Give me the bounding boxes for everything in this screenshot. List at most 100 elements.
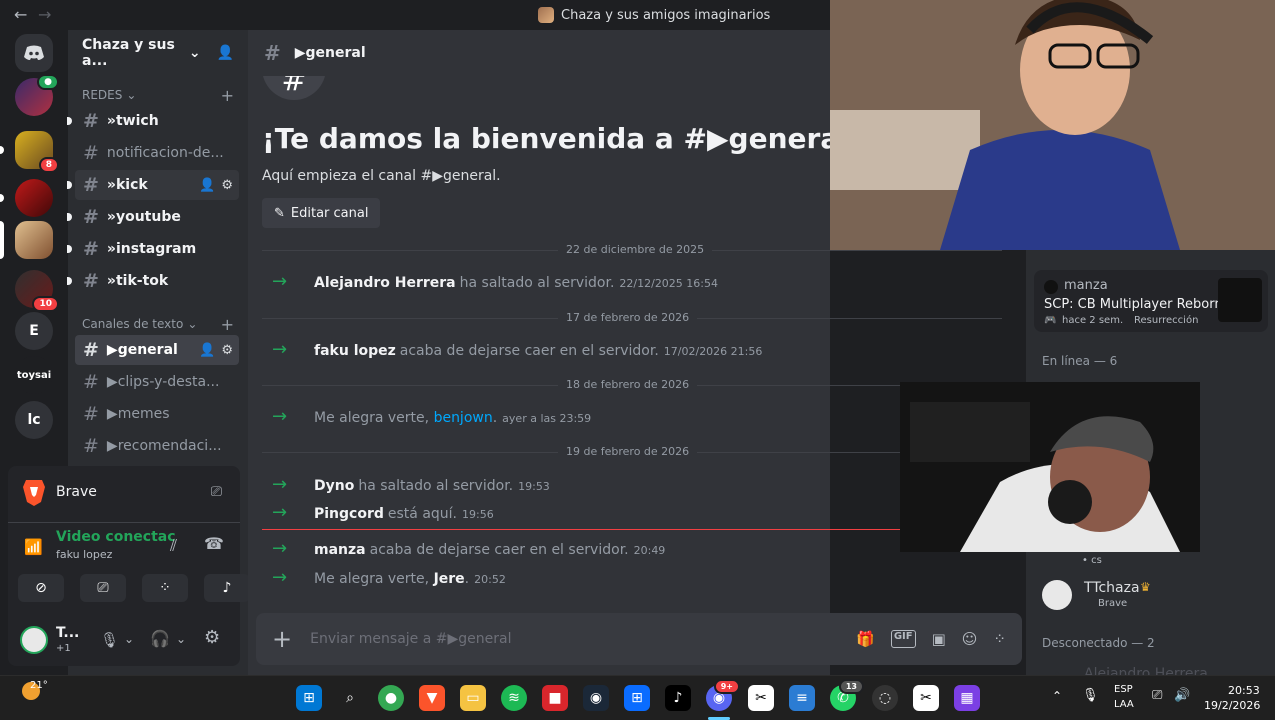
capcut-icon[interactable]: ✂ bbox=[748, 685, 774, 711]
window-title: Chaza y sus amigos imaginarios bbox=[538, 7, 770, 23]
chevron-up-icon[interactable]: ⌃ bbox=[1052, 689, 1062, 703]
spotify-icon[interactable]: ≋ bbox=[501, 685, 527, 711]
category-canales-de-texto[interactable]: Canales de texto ⌄ + bbox=[82, 315, 234, 334]
add-channel-icon[interactable]: + bbox=[221, 315, 234, 334]
channel-twich[interactable]: # »twich bbox=[67, 106, 239, 136]
steam-icon[interactable]: ◉ bbox=[583, 685, 609, 711]
voice-panel: Brave ⎚ 📶 Video conectac faku lopez ⫽ ☎ … bbox=[8, 466, 250, 666]
apps-icon[interactable]: ⁘ bbox=[993, 630, 1006, 648]
volume-icon[interactable]: 🔊 bbox=[1174, 688, 1190, 703]
disconnect-icon[interactable]: ☎ bbox=[204, 534, 224, 553]
server-icon-2[interactable]: 8 bbox=[15, 131, 59, 173]
category-redes[interactable]: REDES ⌄ + bbox=[82, 86, 234, 105]
gear-icon[interactable]: ⚙ bbox=[221, 343, 233, 358]
activity-card[interactable]: manza SCP: CB Multiplayer Reborn 🎮 hace … bbox=[1034, 270, 1268, 332]
voice-status[interactable]: Video conectac bbox=[56, 529, 176, 545]
member-status: Brave bbox=[1098, 598, 1128, 609]
store-icon[interactable]: ⊞ bbox=[624, 685, 650, 711]
server-icon bbox=[538, 7, 554, 23]
invite-icon[interactable]: 👤 bbox=[199, 343, 215, 358]
channel-recomendaciones[interactable]: # ▶recomendaci... bbox=[75, 431, 239, 461]
clock-time[interactable]: 20:53 bbox=[1228, 684, 1260, 697]
avatar[interactable] bbox=[20, 626, 48, 654]
avatar[interactable] bbox=[1042, 580, 1072, 610]
invite-icon[interactable]: 👤 bbox=[217, 45, 234, 61]
chrome-icon[interactable]: ● bbox=[378, 685, 404, 711]
emoji-icon[interactable]: ☺ bbox=[962, 630, 978, 648]
docs-icon[interactable]: ≡ bbox=[789, 685, 815, 711]
windows-start-icon[interactable]: ⊞ bbox=[296, 685, 322, 711]
channel-memes[interactable]: # ▶memes bbox=[75, 399, 239, 429]
app-icon[interactable]: ■ bbox=[542, 685, 568, 711]
message-input[interactable]: + Enviar mensaje a #▶general 🎁 GIF ▣ ☺ ⁘ bbox=[256, 613, 1022, 665]
clock-date[interactable]: 19/2/2026 bbox=[1204, 699, 1260, 712]
my-username[interactable]: T... bbox=[56, 625, 79, 641]
brave-taskbar-icon[interactable]: ▼ bbox=[419, 685, 445, 711]
join-arrow-icon: → bbox=[272, 474, 288, 495]
add-channel-icon[interactable]: + bbox=[221, 86, 234, 105]
screen-share-icon[interactable]: ⎚ bbox=[80, 574, 126, 602]
microphone-icon[interactable]: 🎙 bbox=[100, 631, 119, 649]
date-separator: 18 de febrero de 2026 bbox=[262, 378, 1002, 391]
hash-icon: # bbox=[83, 270, 99, 292]
forward-icon[interactable]: → bbox=[38, 5, 51, 24]
system-message: → Alejandro Herrera ha saltado al servidor… bbox=[272, 271, 719, 292]
chevron-down-icon[interactable]: ⌄ bbox=[124, 632, 134, 646]
tiktok-icon[interactable]: ♪ bbox=[665, 685, 691, 711]
chevron-down-icon[interactable]: ⌄ bbox=[176, 632, 186, 646]
capcut-icon[interactable]: ✂ bbox=[913, 685, 939, 711]
hash-icon: # bbox=[264, 41, 281, 65]
calendar-icon[interactable]: ▦ bbox=[954, 685, 980, 711]
network-icon[interactable]: ⎚ bbox=[1152, 688, 1162, 703]
gift-icon[interactable]: 🎁 bbox=[856, 630, 875, 648]
language[interactable]: ESP bbox=[1114, 684, 1133, 695]
member-name[interactable]: TTchaza bbox=[1084, 580, 1140, 596]
channel-notificacion[interactable]: # notificacion-de... bbox=[75, 138, 239, 168]
discord-home-icon[interactable] bbox=[15, 34, 53, 72]
server-icon-active[interactable] bbox=[15, 221, 53, 259]
sticker-icon[interactable]: ▣ bbox=[932, 630, 946, 648]
soundboard-icon[interactable]: ♪ bbox=[204, 574, 250, 602]
server-icon-1[interactable]: ● bbox=[15, 74, 59, 116]
channel-youtube[interactable]: # »youtube bbox=[67, 202, 239, 232]
server-icon-lc[interactable]: lc bbox=[15, 401, 53, 439]
join-arrow-icon: → bbox=[272, 339, 288, 360]
attach-plus-icon[interactable]: + bbox=[272, 625, 292, 653]
whatsapp-icon[interactable]: ✆ 13 bbox=[830, 679, 864, 711]
activities-icon[interactable]: ⁘ bbox=[142, 574, 188, 602]
hash-icon: # bbox=[83, 339, 99, 361]
channel-kick[interactable]: # »kick 👤 ⚙ bbox=[67, 170, 239, 200]
invite-icon[interactable]: 👤 bbox=[199, 178, 215, 193]
edit-channel-button[interactable]: ✎ Editar canal bbox=[262, 198, 381, 228]
noise-suppression-icon[interactable]: ⫽ bbox=[170, 536, 177, 556]
server-icon-e[interactable]: E bbox=[15, 312, 53, 350]
server-icon-5[interactable]: 10 bbox=[15, 270, 59, 312]
server-unread-pill bbox=[0, 194, 4, 202]
system-message: → Me alegra verte, benjown. ayer a las 23:… bbox=[272, 406, 592, 427]
server-icon-toysai[interactable]: toysai bbox=[15, 356, 53, 394]
app-icon[interactable]: ◌ bbox=[872, 685, 898, 711]
headphones-icon[interactable]: 🎧 bbox=[150, 629, 170, 648]
gear-icon[interactable]: ⚙ bbox=[204, 627, 220, 648]
taskbar: 21° ⊞ ⌕ ● ▼ ▭ ≋ ■ ◉ ⊞ ♪ ◉ 9+ ✂ ≡ ✆ 13 ◌ ✂ … bbox=[0, 675, 1275, 720]
microphone-icon[interactable]: 🎙 bbox=[1082, 688, 1099, 703]
stop-stream-icon[interactable]: ⎚ bbox=[211, 484, 222, 500]
voice-controls: ⊘ ⎚ ⁘ ♪ bbox=[18, 574, 250, 602]
server-header[interactable]: Chaza y sus a... ⌄ 👤 bbox=[68, 30, 248, 76]
keyboard-layout[interactable]: LAA bbox=[1114, 699, 1134, 710]
search-icon[interactable]: ⌕ bbox=[337, 685, 363, 711]
channel-tik-tok[interactable]: # »tik-tok bbox=[67, 266, 239, 296]
channel-general[interactable]: # ▶general 👤 ⚙ bbox=[75, 335, 239, 365]
gif-icon[interactable]: GIF bbox=[890, 630, 916, 648]
gear-icon[interactable]: ⚙ bbox=[221, 178, 233, 193]
chevron-down-icon: ⌄ bbox=[188, 45, 201, 61]
folder-icon[interactable]: ▭ bbox=[460, 685, 486, 711]
back-icon[interactable]: ← bbox=[14, 5, 27, 24]
hash-icon: # bbox=[83, 142, 99, 164]
channel-instagram[interactable]: # »instagram bbox=[67, 234, 239, 264]
discord-taskbar-icon[interactable]: ◉ 9+ bbox=[706, 679, 740, 711]
system-message: → Dyno ha saltado al servidor. 19:53 bbox=[272, 474, 550, 495]
server-icon-3[interactable] bbox=[15, 179, 53, 217]
camera-off-icon[interactable]: ⊘ bbox=[18, 574, 64, 602]
channel-clips[interactable]: # ▶clips-y-desta... bbox=[75, 367, 239, 397]
